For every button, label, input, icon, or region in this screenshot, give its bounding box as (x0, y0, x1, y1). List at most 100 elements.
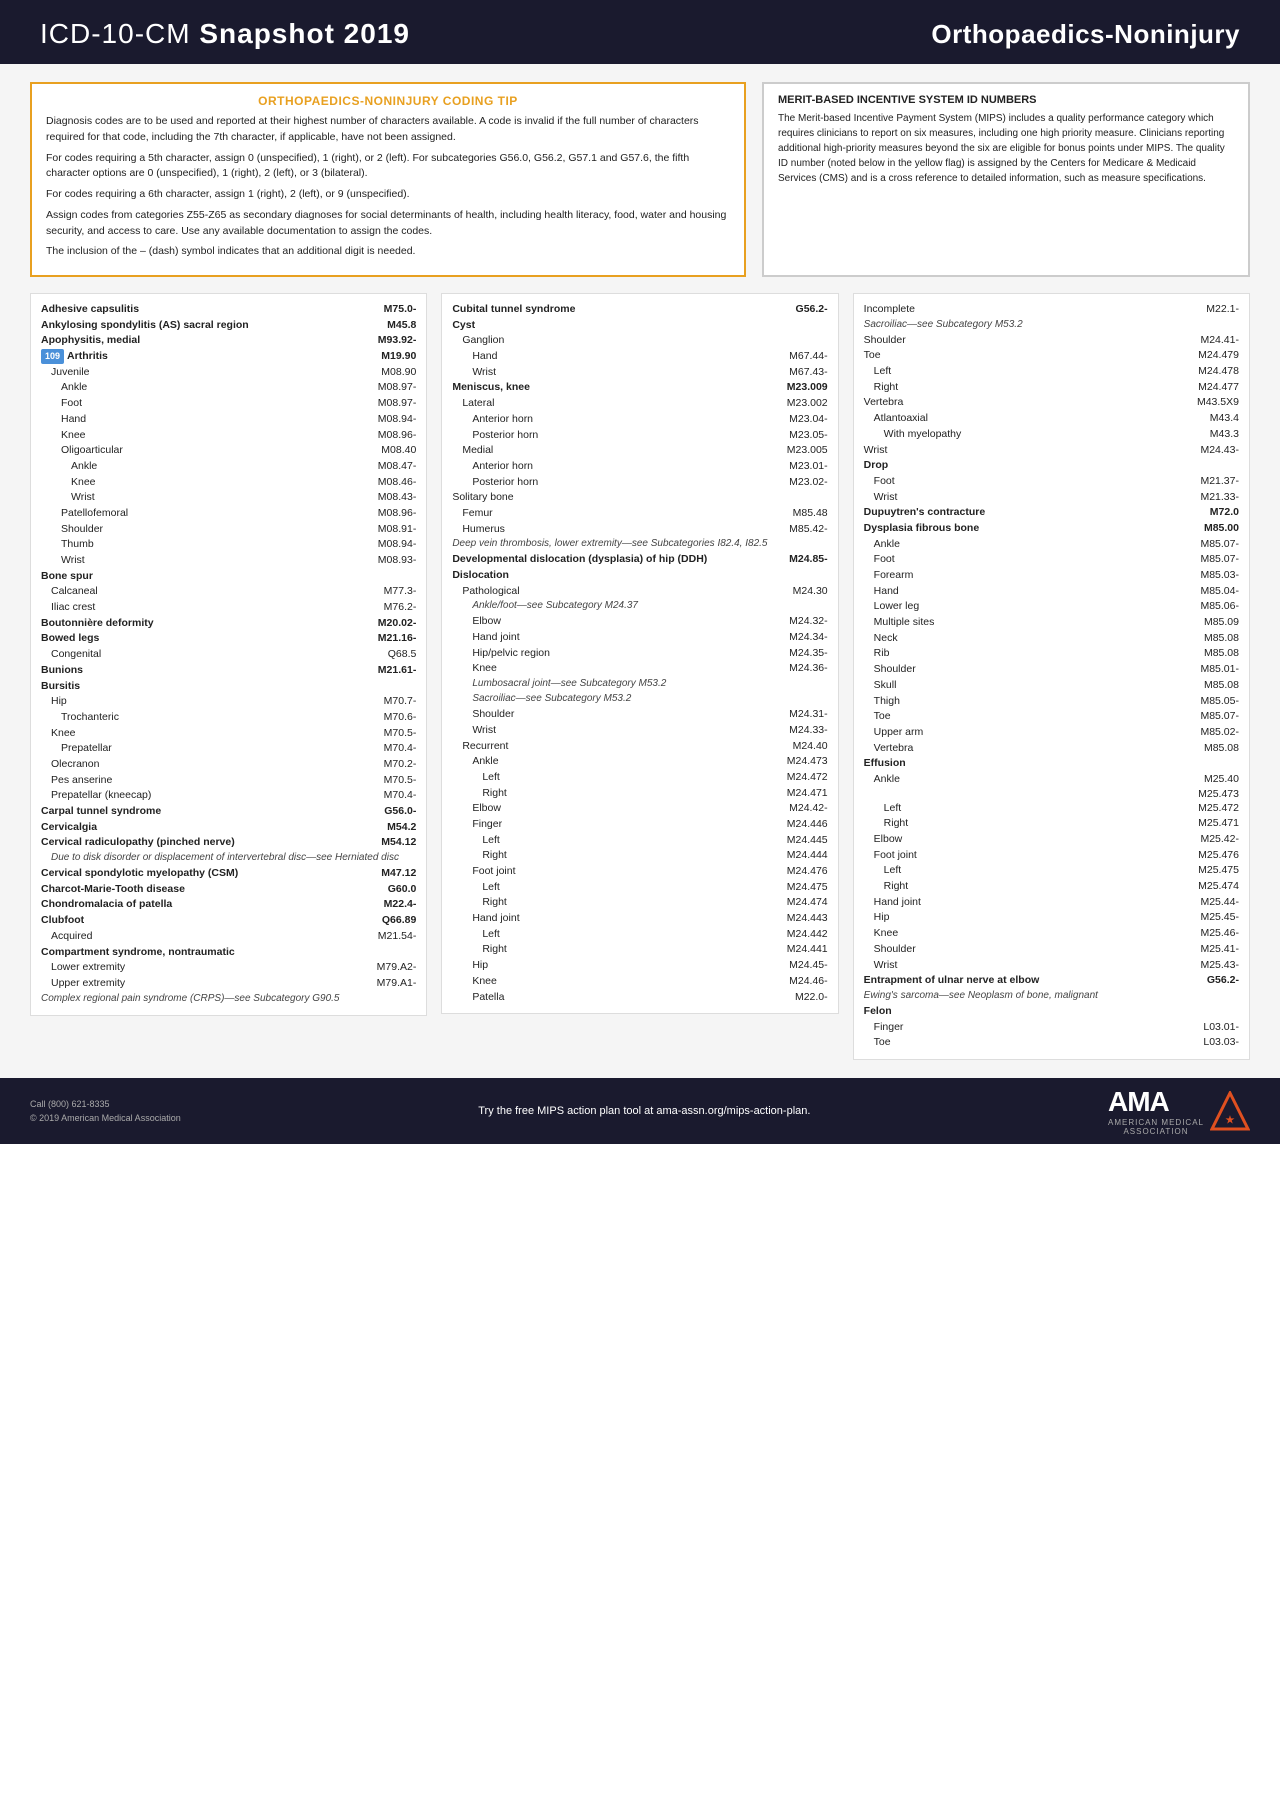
table-row: Elbow M25.42- (864, 832, 1239, 847)
entry-name: Adhesive capsulitis (41, 302, 356, 317)
entry-code: M70.6- (356, 711, 416, 723)
entry-name: Wrist (61, 553, 356, 568)
entry-code: M25.475 (1179, 864, 1239, 876)
entry-code: M08.96- (356, 507, 416, 519)
entry-code: M85.08 (1179, 679, 1239, 691)
entry-name: Atlantoaxial (874, 411, 1179, 426)
entry-code: G56.2- (1179, 974, 1239, 986)
entry-code: M25.472 (1179, 802, 1239, 814)
entry-code: M21.16- (356, 632, 416, 644)
entry-name: Wrist (874, 958, 1179, 973)
table-row: Iliac crest M76.2- (41, 600, 416, 615)
entry-name: Thigh (874, 694, 1179, 709)
table-row: Incomplete M22.1- (864, 302, 1239, 317)
tip-row: ORTHOPAEDICS-NONINJURY CODING TIP Diagno… (30, 82, 1250, 277)
entry-name: Pes anserine (51, 773, 356, 788)
entry-name: Left (884, 801, 1179, 816)
entry-name: Wrist (472, 723, 767, 738)
table-row: Recurrent M24.40 (452, 739, 827, 754)
entry-code: L03.03- (1179, 1036, 1239, 1048)
table-row: Shoulder M24.31- (452, 707, 827, 722)
entry-name: Juvenile (51, 365, 356, 380)
entry-code: M54.2 (356, 821, 416, 833)
entry-code: M85.00 (1179, 522, 1239, 534)
table-row: Right M24.441 (452, 942, 827, 957)
entry-code: M23.01- (768, 460, 828, 472)
table-row: Skull M85.08 (864, 678, 1239, 693)
entry-code: M08.43- (356, 491, 416, 503)
entry-name: Ganglion (462, 333, 767, 348)
entry-name: Entrapment of ulnar nerve at elbow (864, 973, 1179, 988)
table-row: Knee M24.36- (452, 661, 827, 676)
table-row: Cubital tunnel syndrome G56.2- (452, 302, 827, 317)
entry-name: Finger (472, 817, 767, 832)
note-line: Lumbosacral joint—see Subcategory M53.2 (452, 677, 827, 690)
entry-code: M24.474 (768, 896, 828, 908)
table-row: Ankle M85.07- (864, 537, 1239, 552)
entry-name: Hand joint (472, 911, 767, 926)
entry-code: M76.2- (356, 601, 416, 613)
ama-label: AMA (1108, 1086, 1204, 1118)
entry-code: M24.444 (768, 849, 828, 861)
table-row: Felon (864, 1004, 1239, 1019)
entry-code: M85.02- (1179, 726, 1239, 738)
table-row: Finger M24.446 (452, 817, 827, 832)
footer-left: Call (800) 621-8335 © 2019 American Medi… (30, 1097, 181, 1126)
entry-name: Right (482, 786, 767, 801)
entry-name: Pathological (462, 584, 767, 599)
table-row: Upper extremity M79.A1- (41, 976, 416, 991)
coding-tip-p2: For codes requiring a 5th character, ass… (46, 151, 730, 183)
note-line: Deep vein thrombosis, lower extremity—se… (452, 537, 827, 550)
columns-row: Adhesive capsulitis M75.0- Ankylosing sp… (30, 293, 1250, 1060)
entry-code: M25.476 (1179, 849, 1239, 861)
table-row: Ankle M24.473 (452, 754, 827, 769)
table-row: Olecranon M70.2- (41, 757, 416, 772)
table-row: Knee M70.5- (41, 726, 416, 741)
table-row: Hip M70.7- (41, 694, 416, 709)
coding-tip-box: ORTHOPAEDICS-NONINJURY CODING TIP Diagno… (30, 82, 746, 277)
ama-logo: AMA AMERICAN MEDICAL ASSOCIATION ★ (1108, 1086, 1250, 1136)
entry-name: Right (884, 816, 1179, 831)
page-footer: Call (800) 621-8335 © 2019 American Medi… (0, 1078, 1280, 1144)
coding-tip-p3: For codes requiring a 6th character, ass… (46, 187, 730, 203)
entry-name: Elbow (472, 801, 767, 816)
entry-code: M79.A1- (356, 977, 416, 989)
entry-name: Elbow (472, 614, 767, 629)
table-row: Left M24.445 (452, 833, 827, 848)
table-row: Patellofemoral M08.96- (41, 506, 416, 521)
title-bold: Snapshot 2019 (199, 18, 410, 49)
entry-name: Humerus (462, 522, 767, 537)
entry-code: M85.04- (1179, 585, 1239, 597)
entry-name: Dysplasia fibrous bone (864, 521, 1179, 536)
entry-name: Boutonnière deformity (41, 616, 356, 631)
entry-code: M23.04- (768, 413, 828, 425)
table-row: Dislocation (452, 568, 827, 583)
entry-name: Ankle (874, 772, 1179, 787)
table-row: Hand joint M25.44- (864, 895, 1239, 910)
entry-code: M24.43- (1179, 444, 1239, 456)
entry-code: M75.0- (356, 303, 416, 315)
entry-code: M24.85- (768, 553, 828, 565)
entry-name: Acquired (51, 929, 356, 944)
entry-name: Knee (71, 475, 356, 490)
entry-code: M70.4- (356, 789, 416, 801)
footer-cta: Try the free MIPS action plan tool at am… (181, 1105, 1108, 1117)
table-row: Pathological M24.30 (452, 584, 827, 599)
entry-code: M23.02- (768, 476, 828, 488)
entry-name: Olecranon (51, 757, 356, 772)
table-row: Hand joint M24.34- (452, 630, 827, 645)
table-row: Toe M85.07- (864, 709, 1239, 724)
table-row: Patella M22.0- (452, 990, 827, 1005)
entry-name: Left (874, 364, 1179, 379)
merit-box: MERIT-BASED INCENTIVE SYSTEM ID NUMBERS … (762, 82, 1250, 277)
entry-name: Wrist (71, 490, 356, 505)
ama-sub2: ASSOCIATION (1108, 1127, 1204, 1136)
table-row: Left M24.472 (452, 770, 827, 785)
entry-name: Right (874, 380, 1179, 395)
entry-code: M25.43- (1179, 959, 1239, 971)
table-row: Toe M24.479 (864, 348, 1239, 363)
merit-text: The Merit-based Incentive Payment System… (778, 111, 1234, 186)
entry-name: Ankylosing spondylitis (AS) sacral regio… (41, 318, 356, 333)
coding-tip-p5: The inclusion of the – (dash) symbol ind… (46, 244, 730, 260)
table-row: Knee M08.46- (41, 475, 416, 490)
